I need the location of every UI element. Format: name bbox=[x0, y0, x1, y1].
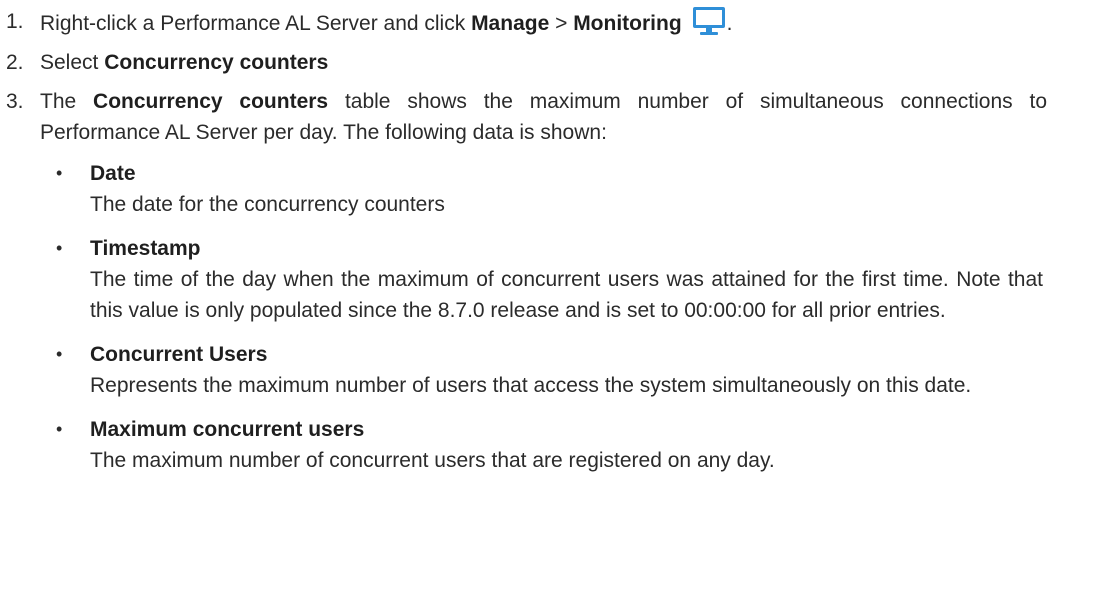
step-1: 1. Right-click a Performance AL Server a… bbox=[0, 6, 1099, 39]
concurrency-counters-label: Concurrency counters bbox=[93, 90, 329, 113]
step-number: 2. bbox=[6, 51, 24, 74]
step-text-prefix: Right-click a Performance AL Server and … bbox=[40, 12, 472, 35]
step-text-prefix: Select bbox=[40, 51, 105, 74]
field-description: The maximum number of concurrent users t… bbox=[90, 449, 775, 472]
bullet: • bbox=[56, 163, 63, 183]
bullet: • bbox=[56, 238, 63, 258]
step-number: 3. bbox=[6, 90, 24, 113]
field-item-timestamp: • Timestamp The time of the day when the… bbox=[40, 233, 1043, 326]
field-title: Date bbox=[90, 162, 136, 185]
monitor-icon bbox=[692, 6, 726, 36]
manage-menu-label: Manage bbox=[471, 12, 550, 35]
step-text: The Concurrency counters table shows the… bbox=[40, 86, 1047, 148]
step-3: 3. The Concurrency counters table shows … bbox=[0, 86, 1099, 476]
document-body: 1. Right-click a Performance AL Server a… bbox=[0, 6, 1099, 489]
field-item-date: • Date The date for the concurrency coun… bbox=[40, 158, 1043, 220]
field-description: The date for the concurrency counters bbox=[90, 193, 445, 216]
field-title: Concurrent Users bbox=[90, 343, 268, 366]
field-list: • Date The date for the concurrency coun… bbox=[40, 158, 1047, 476]
menu-separator: > bbox=[549, 12, 574, 35]
step-text-prefix: The bbox=[40, 90, 94, 113]
step-number: 1. bbox=[6, 10, 24, 33]
concurrency-counters-label: Concurrency counters bbox=[104, 51, 329, 74]
bullet: • bbox=[56, 419, 63, 439]
step-text-suffix: . bbox=[726, 12, 733, 35]
monitoring-menu-label: Monitoring bbox=[573, 12, 682, 35]
bullet: • bbox=[56, 344, 63, 364]
field-item-concurrent-users: • Concurrent Users Represents the maximu… bbox=[40, 339, 1043, 401]
field-title: Timestamp bbox=[90, 237, 201, 260]
field-description: Represents the maximum number of users t… bbox=[90, 374, 972, 397]
step-text: Select Concurrency counters bbox=[40, 47, 1047, 78]
field-title: Maximum concurrent users bbox=[90, 418, 365, 441]
field-item-maximum-concurrent-users: • Maximum concurrent users The maximum n… bbox=[40, 414, 1043, 476]
step-text: Right-click a Performance AL Server and … bbox=[40, 6, 1047, 39]
step-2: 2. Select Concurrency counters bbox=[0, 47, 1099, 78]
field-description: The time of the day when the maximum of … bbox=[90, 268, 1043, 322]
